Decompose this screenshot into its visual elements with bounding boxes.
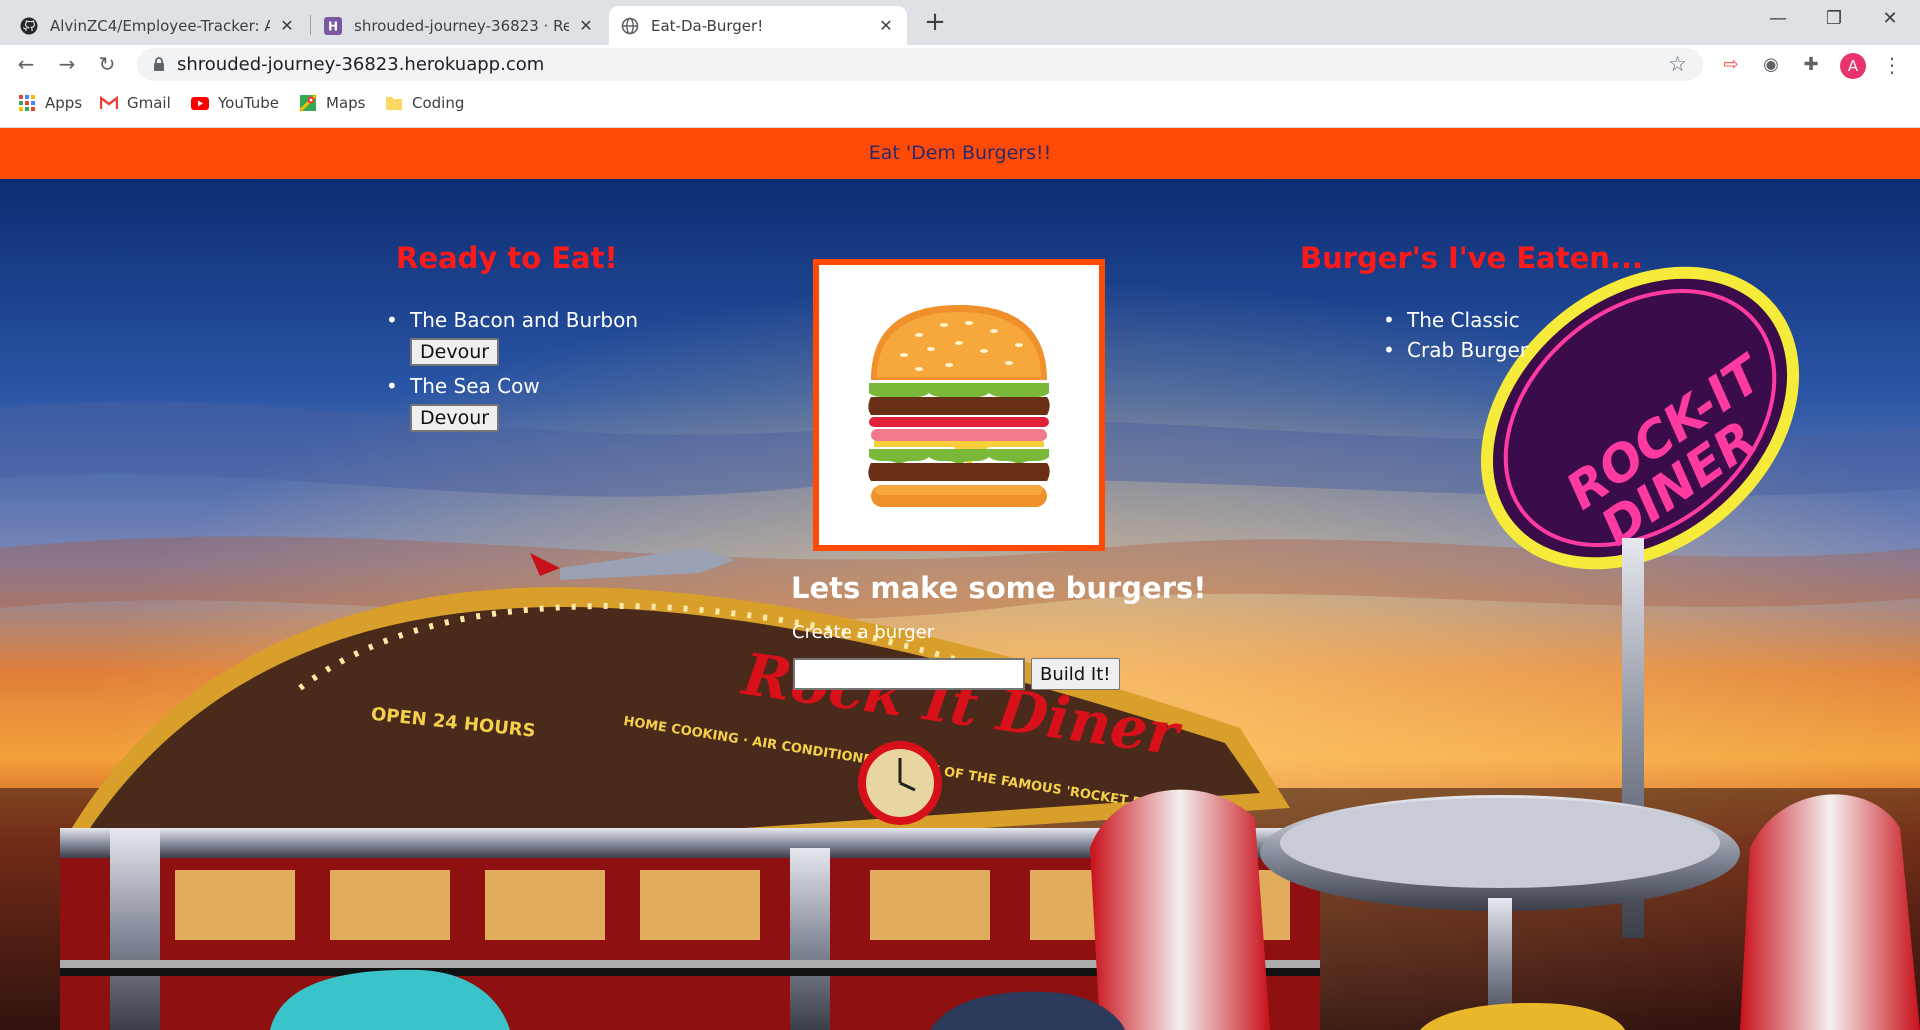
tab-title: Eat-Da-Burger! (651, 16, 764, 35)
tab-close-icon[interactable]: ✕ (877, 16, 895, 35)
bookmark-apps[interactable]: Apps (18, 94, 82, 112)
burger-name: The Sea Cow (410, 374, 540, 398)
profile-avatar[interactable]: A (1840, 53, 1866, 79)
restore-icon[interactable]: ❐ (1806, 0, 1862, 40)
svg-text:H: H (328, 19, 338, 33)
tab-heroku-resources[interactable]: H shrouded-journey-36823 · Resou ✕ (312, 6, 607, 45)
create-burger-heading: Lets make some burgers! (791, 571, 1207, 605)
reload-icon[interactable]: ↻ (93, 50, 121, 78)
url-text: shrouded-journey-36823.herokuapp.com (177, 54, 545, 75)
devour-button[interactable]: Devour (410, 338, 500, 366)
eaten-list: The Classic Crab Burger (1383, 308, 1528, 362)
new-tab-icon[interactable]: + (920, 8, 950, 38)
tab-eat-da-burger[interactable]: Eat-Da-Burger! ✕ (609, 6, 907, 45)
github-icon (20, 17, 38, 35)
window-close-icon[interactable]: ✕ (1862, 0, 1918, 40)
hamburger-image (819, 265, 1099, 545)
gmail-icon (100, 94, 118, 112)
bookmark-maps[interactable]: Maps (299, 94, 365, 112)
tab-close-icon[interactable]: ✕ (577, 16, 595, 35)
build-it-button[interactable]: Build It! (1031, 658, 1120, 690)
ready-to-eat-heading: Ready to Eat! (396, 241, 618, 275)
cast-extension-icon[interactable]: ⇨ (1719, 53, 1743, 77)
bookmark-youtube[interactable]: YouTube (191, 94, 279, 112)
bookmark-coding[interactable]: Coding (385, 94, 464, 112)
page-viewport: Rock It Diner OPEN 24 HOURS HOME COOKING… (0, 128, 1920, 1030)
burger-name: Crab Burger (1407, 338, 1528, 362)
globe-icon (621, 17, 639, 35)
browser-menu-icon[interactable]: ⋮ (1882, 51, 1902, 79)
tab-title: shrouded-journey-36823 · Resou (354, 16, 569, 35)
burger-name: The Classic (1407, 308, 1520, 332)
list-item: The Classic (1383, 308, 1528, 332)
ready-to-eat-list: The Bacon and Burbon Devour The Sea Cow … (386, 308, 639, 440)
address-bar[interactable]: shrouded-journey-36823.herokuapp.com ☆ (137, 48, 1703, 81)
forward-icon[interactable]: → (53, 50, 81, 78)
list-item: The Sea Cow Devour (386, 374, 638, 432)
minimize-icon[interactable]: — (1750, 0, 1806, 40)
list-item: Crab Burger (1383, 338, 1528, 362)
bookmark-gmail[interactable]: Gmail (100, 94, 171, 112)
header-banner: Eat 'Dem Burgers!! (0, 128, 1920, 179)
tab-divider (310, 15, 311, 35)
bookmarks-bar: Apps Gmail YouTube Maps Coding (0, 84, 1920, 128)
extension-icon[interactable]: ◉ (1759, 53, 1783, 77)
burger-image-frame (813, 259, 1105, 551)
list-item: The Bacon and Burbon Devour (386, 308, 639, 366)
bookmark-label: Maps (326, 94, 366, 112)
bookmark-label: Gmail (127, 94, 171, 112)
devour-button[interactable]: Devour (410, 404, 500, 432)
address-toolbar: ← → ↻ shrouded-journey-36823.herokuapp.c… (0, 45, 1920, 84)
bookmark-label: YouTube (218, 94, 279, 112)
maps-icon (299, 94, 317, 112)
burger-name: The Bacon and Burbon (410, 308, 639, 332)
tab-employee-tracker[interactable]: AlvinZC4/Employee-Tracker: A Co ✕ (8, 6, 308, 45)
bookmark-label: Apps (45, 94, 83, 112)
tab-close-icon[interactable]: ✕ (278, 16, 296, 35)
lock-icon (153, 56, 165, 72)
bookmark-label: Coding (412, 94, 465, 112)
burger-name-input[interactable] (793, 658, 1025, 690)
bookmark-star-icon[interactable]: ☆ (1668, 52, 1687, 76)
folder-icon (385, 94, 403, 112)
extensions-puzzle-icon[interactable]: ✚ (1799, 53, 1823, 77)
apps-grid-icon (18, 94, 36, 112)
tab-title: AlvinZC4/Employee-Tracker: A Co (50, 16, 270, 35)
eaten-heading: Burger's I've Eaten... (1300, 241, 1643, 275)
youtube-icon (191, 94, 209, 112)
tab-strip: AlvinZC4/Employee-Tracker: A Co ✕ H shro… (0, 0, 1920, 45)
back-icon[interactable]: ← (12, 50, 40, 78)
create-burger-label: Create a burger (792, 622, 935, 643)
heroku-icon: H (324, 16, 342, 35)
